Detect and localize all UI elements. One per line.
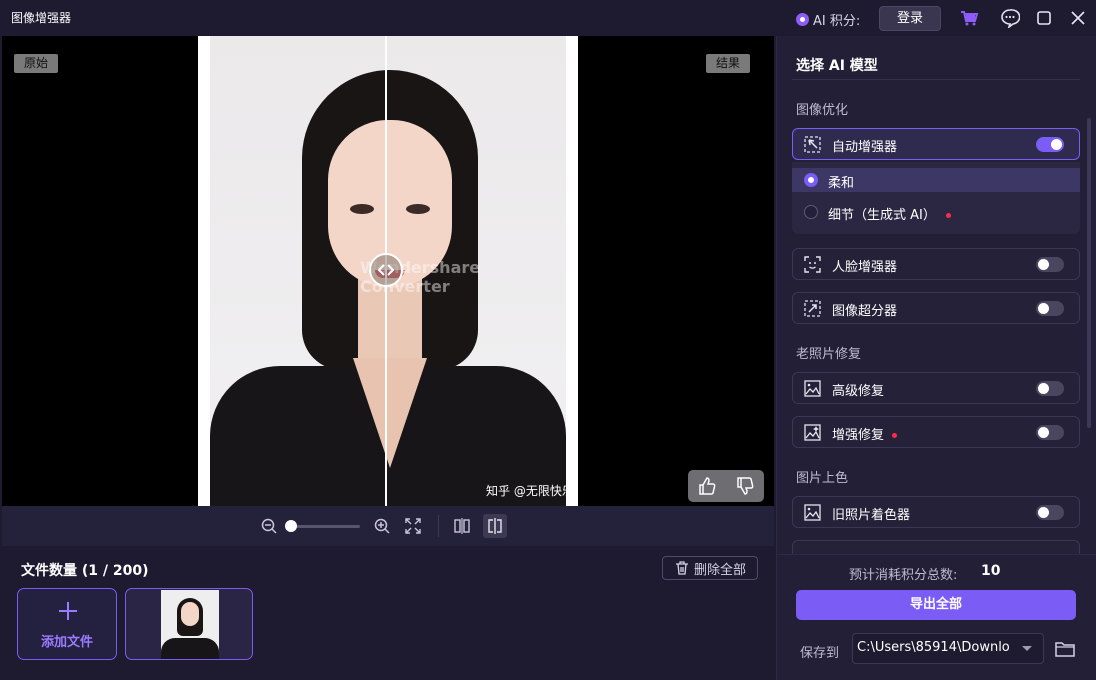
model-label-text: 增强修复 (832, 428, 885, 443)
colorizer-toggle[interactable] (1036, 505, 1064, 520)
model-label: 图像超分器 (832, 304, 898, 319)
save-path-select[interactable]: C:\Users\85914\Downlo (852, 633, 1044, 664)
zoom-out-icon[interactable] (260, 517, 278, 535)
file-count: 文件数量 (1 / 200) (21, 563, 149, 579)
new-dot-icon (945, 213, 951, 218)
image-preview[interactable]: Wondershare Converter 原始 结果 知乎 @无限快乐 (2, 36, 774, 506)
mode-option-detail[interactable]: 细节（生成式 AI） (792, 200, 1080, 224)
face-scan-icon (804, 256, 821, 273)
thumb-shirt (161, 638, 219, 659)
photo-caption: 知乎 @无限快乐 (486, 484, 574, 498)
mode-label: 柔和 (828, 176, 855, 191)
estimate-value: 10 (981, 563, 1001, 579)
face-enhancer-toggle[interactable] (1036, 257, 1064, 272)
compare-slider-handle[interactable] (369, 253, 403, 287)
split-view-button[interactable] (483, 514, 507, 538)
portrait-eye-left (350, 204, 374, 214)
portrait-eye-right (406, 204, 430, 214)
new-dot-icon (892, 433, 898, 438)
thumbs-up-icon[interactable] (697, 476, 717, 496)
mode-option-soft[interactable]: 柔和 (792, 168, 1080, 192)
file-thumbnail[interactable] (125, 588, 253, 660)
ai-points: AI 积分: (796, 10, 860, 29)
section-old-photo-repair: 老照片修复 (796, 347, 862, 362)
portrait-neckline (353, 358, 427, 468)
radio-button[interactable] (804, 205, 818, 219)
upscale-icon (804, 300, 821, 317)
trash-icon (675, 561, 688, 575)
mode-options: 柔和 细节（生成式 AI） (792, 162, 1080, 234)
cart-icon[interactable] (959, 8, 979, 28)
model-auto-enhancer[interactable]: 自动增强器 (792, 128, 1080, 160)
model-label: 自动增强器 (832, 140, 898, 155)
model-label: 增强修复 (832, 424, 898, 443)
model-card-partial[interactable] (792, 540, 1080, 554)
feedback-box (688, 470, 764, 502)
folder-icon[interactable] (1054, 639, 1076, 659)
delete-all-button[interactable]: 删除全部 (662, 556, 758, 580)
section-colorize: 图片上色 (796, 471, 849, 486)
title-bar: 图像增强器 AI 积分: 登录 (0, 0, 1096, 36)
mode-label-text: 细节（生成式 AI） (828, 208, 936, 223)
panel-divider (792, 79, 1080, 80)
result-badge: 结果 (706, 54, 751, 73)
radio-button[interactable] (804, 173, 818, 187)
zoom-slider[interactable] (290, 525, 360, 528)
split-view-icon (488, 518, 502, 534)
delete-all-label: 删除全部 (693, 562, 746, 578)
estimate-label: 预计消耗积分总数: (849, 568, 958, 583)
auto-enhancer-toggle[interactable] (1036, 137, 1064, 152)
original-badge: 原始 (14, 54, 59, 73)
model-label: 旧照片着色器 (832, 508, 911, 523)
maximize-icon[interactable] (1034, 8, 1054, 28)
thumb-face (181, 602, 199, 626)
zoom-toolbar (2, 506, 774, 546)
login-button[interactable]: 登录 (879, 6, 941, 31)
model-label: 高级修复 (832, 384, 885, 399)
plus-icon (59, 602, 77, 620)
model-label: 人脸增强器 (832, 260, 898, 275)
app-title: 图像增强器 (11, 11, 72, 25)
fit-screen-icon[interactable] (404, 517, 422, 535)
save-to-label: 保存到 (800, 646, 840, 661)
zoom-slider-knob[interactable] (285, 520, 297, 532)
model-face-enhancer[interactable]: 人脸增强器 (792, 248, 1080, 280)
model-enhanced-repair[interactable]: 增强修复 (792, 416, 1080, 448)
close-icon[interactable] (1068, 8, 1088, 28)
feedback-chat-icon[interactable] (1000, 8, 1020, 28)
model-advanced-repair[interactable]: 高级修复 (792, 372, 1080, 404)
section-image-optimize: 图像优化 (796, 103, 849, 118)
export-all-button[interactable]: 导出全部 (796, 590, 1076, 620)
add-file-label: 添加文件 (40, 635, 93, 650)
zoom-in-icon[interactable] (373, 517, 391, 535)
add-file-button[interactable]: 添加文件 (17, 588, 117, 660)
ai-points-icon (796, 13, 809, 26)
mode-label: 细节（生成式 AI） (828, 204, 951, 223)
model-super-resolution[interactable]: 图像超分器 (792, 292, 1080, 324)
file-list-area: 文件数量 (1 / 200) 删除全部 添加文件 (0, 546, 776, 680)
side-by-side-view-icon[interactable] (453, 517, 471, 535)
drag-arrows-icon (377, 264, 395, 276)
ai-model-panel: 选择 AI 模型 图像优化 自动增强器 柔和 细节（生成式 AI） 人脸增强器 … (776, 36, 1096, 680)
super-resolution-toggle[interactable] (1036, 301, 1064, 316)
thumbs-down-icon[interactable] (735, 476, 755, 496)
auto-enhance-icon (804, 136, 821, 153)
colorize-icon (804, 504, 821, 521)
enhanced-repair-toggle[interactable] (1036, 425, 1064, 440)
thumbnail-image (161, 590, 219, 659)
chevron-down-icon[interactable] (1022, 646, 1032, 651)
ai-points-label: AI 积分: (813, 14, 861, 29)
advanced-repair-toggle[interactable] (1036, 381, 1064, 396)
model-old-photo-colorizer[interactable]: 旧照片着色器 (792, 496, 1080, 528)
app-window: 图像增强器 AI 积分: 登录 Wondershare Converter 原始… (0, 0, 1096, 680)
panel-footer-divider (777, 554, 1096, 555)
photo-repair-icon (804, 380, 821, 397)
photo-enhance-icon (804, 424, 821, 441)
toolbar-divider (438, 515, 439, 537)
panel-scrollbar[interactable] (1087, 118, 1091, 428)
panel-title: 选择 AI 模型 (796, 58, 878, 74)
